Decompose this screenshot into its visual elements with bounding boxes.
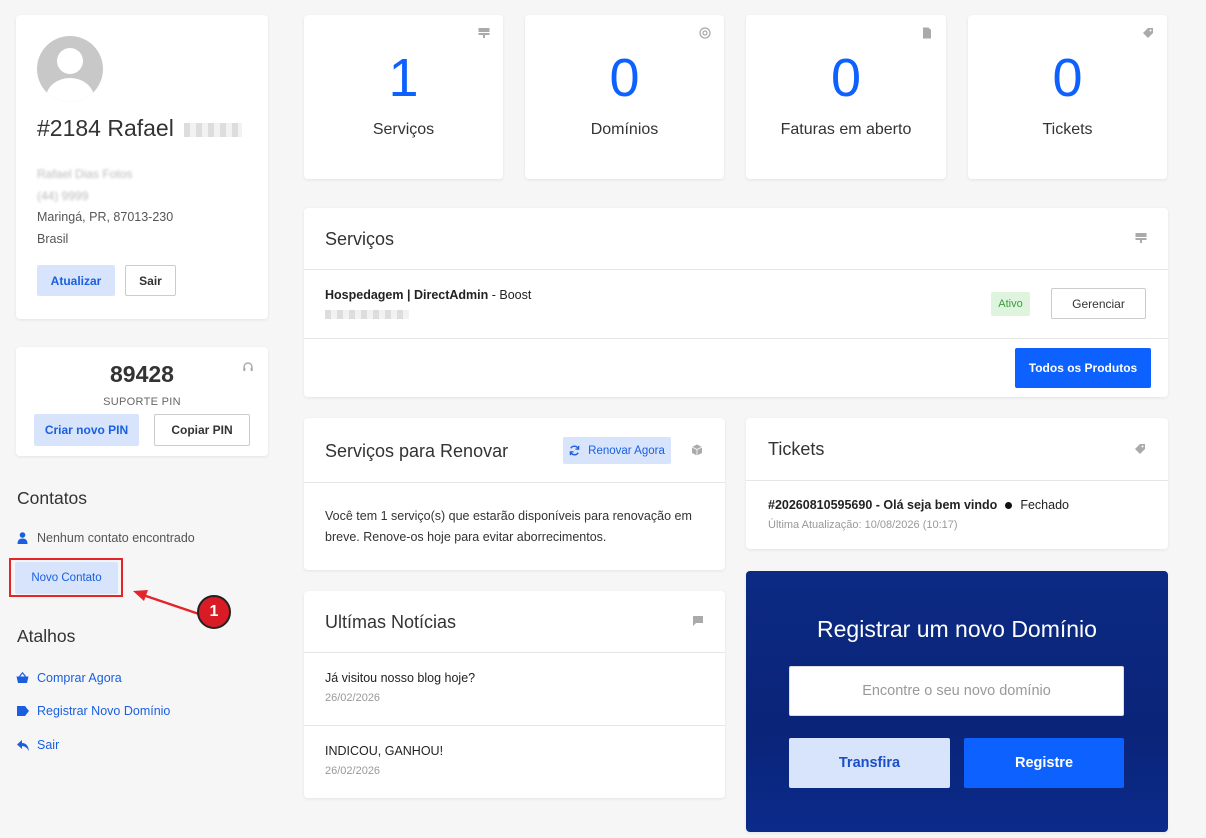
basket-icon <box>16 672 29 684</box>
shortcut-logout-label: Sair <box>37 738 60 752</box>
divider <box>304 338 1168 339</box>
services-card: Serviços Hospedagem | DirectAdmin - Boos… <box>304 208 1168 397</box>
profile-company: Rafael Dias Fotos <box>37 167 133 181</box>
services-title: Serviços <box>325 229 395 249</box>
manage-service-button[interactable]: Gerenciar <box>1051 288 1146 319</box>
contacts-empty: Nenhum contato encontrado <box>16 531 195 545</box>
news-item-date: 26/02/2026 <box>325 765 381 777</box>
status-dot-icon <box>1005 501 1013 509</box>
server-icon <box>478 28 490 38</box>
contacts-empty-text: Nenhum contato encontrado <box>37 531 195 545</box>
tickets-title: Tickets <box>768 439 825 459</box>
shortcuts-title: Atalhos <box>17 626 76 646</box>
tag-icon <box>16 706 29 716</box>
support-pin-label: SUPORTE PIN <box>103 396 181 408</box>
annotation-badge: 1 <box>197 595 231 629</box>
stat-label: Serviços <box>372 121 435 138</box>
register-domain-card: Registrar um novo Domínio Transfira Regi… <box>746 571 1168 832</box>
stat-label: Tickets <box>1042 121 1093 138</box>
renew-services-card: Serviços para Renovar Renovar Agora Você… <box>304 418 725 570</box>
support-pin-number: 89428 <box>110 361 174 387</box>
ticket-updated: Última Atualização: 10/08/2026 (10:17) <box>768 519 958 531</box>
tag-icon <box>1135 444 1145 454</box>
register-domain-button[interactable]: Registre <box>964 738 1124 788</box>
user-icon <box>16 532 29 544</box>
shortcut-buy-now-label: Comprar Agora <box>37 671 122 685</box>
refresh-icon <box>569 445 580 456</box>
all-products-button[interactable]: Todos os Produtos <box>1015 348 1151 388</box>
stat-card-services[interactable]: 1 Serviços <box>304 15 503 179</box>
divider <box>304 725 725 726</box>
redacted-surname <box>184 122 243 137</box>
avatar <box>37 36 103 102</box>
profile-city: Maringá, PR, 87013-230 <box>37 210 174 224</box>
register-domain-title: Registrar um novo Domínio <box>817 616 1097 642</box>
shortcut-buy-now[interactable]: Comprar Agora <box>16 671 122 685</box>
stat-value: 0 <box>1052 48 1083 108</box>
stat-value: 0 <box>830 48 862 108</box>
news-item[interactable]: Já visitou nosso blog hoje? 26/02/2026 <box>325 671 475 704</box>
stat-label: Domínios <box>590 121 659 138</box>
box-icon <box>691 444 703 456</box>
divider <box>304 652 725 653</box>
stat-card-domains[interactable]: 0 Domínios <box>525 15 724 179</box>
service-item-name[interactable]: Hospedagem | DirectAdmin - Boost <box>325 288 531 302</box>
news-item-title: Já visitou nosso blog hoje? <box>325 671 476 685</box>
renew-now-button[interactable]: Renovar Agora <box>563 437 671 464</box>
news-item-title: INDICOU, GANHOU! <box>325 744 444 758</box>
divider <box>304 269 1168 270</box>
profile-card: #2184 Rafael Rafael Dias Fotos (44) 9999… <box>16 15 268 319</box>
news-item[interactable]: INDICOU, GANHOU! 26/02/2026 <box>325 744 443 777</box>
news-item-date: 26/02/2026 <box>325 692 381 704</box>
profile-name: #2184 Rafael <box>37 115 243 142</box>
domain-search-input[interactable] <box>789 666 1124 716</box>
arrow-left-icon <box>16 739 29 751</box>
stat-label: Faturas em aberto <box>780 121 912 138</box>
profile-phone: (44) 9999 <box>37 189 89 203</box>
redacted-domain <box>325 310 409 319</box>
divider <box>304 482 725 483</box>
stat-card-tickets[interactable]: 0 Tickets <box>968 15 1167 179</box>
server-icon <box>1135 233 1147 243</box>
support-pin-card: 89428 SUPORTE PIN Criar novo PIN Copiar … <box>16 347 268 456</box>
comment-icon <box>693 616 703 626</box>
tickets-card: Tickets #20260810595690 - Olá seja bem v… <box>746 418 1168 549</box>
news-card: Ultímas Notícias Já visitou nosso blog h… <box>304 591 725 798</box>
stat-value: 1 <box>388 48 419 108</box>
stat-value: 0 <box>609 48 640 108</box>
news-title: Ultímas Notícias <box>325 612 457 632</box>
copy-pin-button[interactable]: Copiar PIN <box>154 414 250 446</box>
divider <box>746 480 1168 481</box>
ticket-subject: #20260810595690 - Olá seja bem vindo <box>768 498 998 512</box>
file-icon <box>923 27 931 39</box>
at-icon <box>699 27 711 39</box>
ticket-status: Fechado <box>1020 498 1069 512</box>
tag-icon <box>1143 28 1153 38</box>
annotation-highlight-box <box>9 558 123 597</box>
renew-now-label: Renovar Agora <box>588 444 665 457</box>
annotation-arrow <box>133 590 200 616</box>
renew-message: Você tem 1 serviço(s) que estarão dispon… <box>325 509 692 544</box>
profile-country: Brasil <box>37 232 69 246</box>
transfer-domain-button[interactable]: Transfira <box>789 738 950 788</box>
service-status-badge: Ativo <box>991 292 1030 316</box>
logout-button[interactable]: Sair <box>125 265 176 296</box>
new-pin-button[interactable]: Criar novo PIN <box>34 414 139 446</box>
shortcut-register-domain-label: Registrar Novo Domínio <box>37 704 171 718</box>
renew-title: Serviços para Renovar <box>325 441 509 461</box>
update-profile-button[interactable]: Atualizar <box>37 265 115 296</box>
contacts-title: Contatos <box>17 488 88 508</box>
stat-card-invoices[interactable]: 0 Faturas em aberto <box>746 15 946 179</box>
shortcut-register-domain[interactable]: Registrar Novo Domínio <box>16 704 170 718</box>
shortcut-logout[interactable]: Sair <box>16 738 59 752</box>
ticket-item[interactable]: #20260810595690 - Olá seja bem vindo Fec… <box>768 498 1069 512</box>
